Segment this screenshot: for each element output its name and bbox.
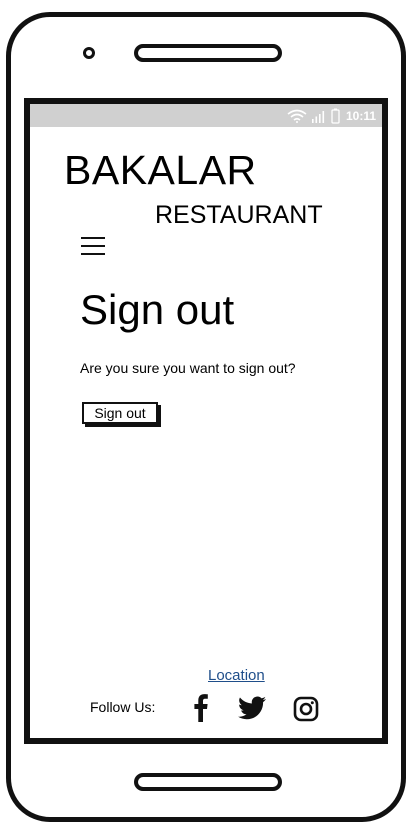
battery-icon — [331, 108, 340, 124]
hamburger-menu-icon[interactable] — [81, 237, 105, 257]
device-mockup: 10:11 BAKALAR RESTAURANT Sign out Are yo… — [0, 0, 418, 828]
confirm-message: Are you sure you want to sign out? — [80, 360, 296, 376]
speaker-grille — [134, 44, 282, 62]
location-link[interactable]: Location — [208, 667, 265, 684]
status-time: 10:11 — [345, 108, 376, 123]
instagram-icon[interactable] — [293, 696, 319, 722]
signal-icon — [311, 110, 325, 123]
facebook-icon[interactable] — [194, 694, 208, 722]
status-icons: 10:11 — [287, 107, 376, 124]
status-bar: 10:11 — [30, 104, 382, 127]
wifi-icon — [287, 109, 307, 123]
home-button[interactable] — [134, 773, 282, 791]
brand-subtitle: RESTAURANT — [155, 201, 323, 229]
brand-name: BAKALAR — [64, 147, 257, 193]
sign-out-button[interactable]: Sign out — [82, 402, 158, 424]
camera-icon — [83, 47, 95, 59]
page-title: Sign out — [80, 286, 235, 333]
follow-us-label: Follow Us: — [90, 699, 156, 715]
twitter-icon[interactable] — [238, 696, 266, 720]
phone-screen: 10:11 BAKALAR RESTAURANT Sign out Are yo… — [24, 98, 388, 744]
